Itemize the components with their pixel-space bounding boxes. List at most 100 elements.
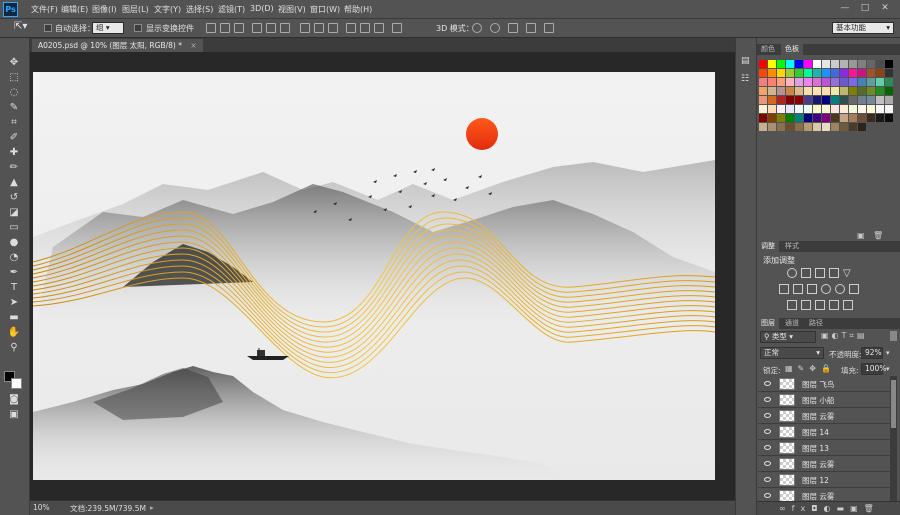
visibility-eye-icon[interactable] (764, 493, 771, 498)
color-swatch[interactable] (768, 123, 776, 131)
exposure-icon[interactable] (829, 268, 839, 278)
layer-row[interactable]: 图层 云雾 (758, 488, 890, 501)
tab-layers[interactable]: 图层 (757, 318, 779, 329)
color-swatch[interactable] (804, 123, 812, 131)
color-swatch[interactable] (849, 78, 857, 86)
color-swatch[interactable] (822, 114, 830, 122)
color-swatch[interactable] (813, 87, 821, 95)
color-swatch[interactable] (867, 105, 875, 113)
color-swatch[interactable] (831, 69, 839, 77)
color-swatch[interactable] (777, 114, 785, 122)
tab-swatches[interactable]: 色板 (781, 44, 803, 55)
menu-type[interactable]: 文字(Y) (154, 4, 181, 15)
align-left-icon[interactable] (252, 23, 262, 33)
move-tool-icon[interactable]: ⇱▾ (14, 21, 27, 32)
color-swatch[interactable] (849, 60, 857, 68)
screen-mode-icon[interactable]: ▣ (7, 409, 21, 421)
color-swatch[interactable] (768, 69, 776, 77)
channel-mixer-icon[interactable] (835, 284, 845, 294)
color-swatch[interactable] (804, 96, 812, 104)
color-swatch[interactable] (822, 60, 830, 68)
hue-saturation-icon[interactable] (779, 284, 789, 294)
threshold-icon[interactable] (815, 300, 825, 310)
color-swatch[interactable] (876, 60, 884, 68)
color-swatch[interactable] (795, 69, 803, 77)
distribute-left-icon[interactable] (346, 23, 356, 33)
color-swatch[interactable] (786, 69, 794, 77)
layer-actions-icons[interactable]: ∞fx◘◐▬▣🗑 (779, 504, 880, 513)
color-swatch[interactable] (831, 87, 839, 95)
color-swatch[interactable] (858, 114, 866, 122)
visibility-eye-icon[interactable] (764, 429, 771, 434)
close-tab-icon[interactable]: × (190, 41, 196, 50)
color-swatch[interactable] (795, 60, 803, 68)
layers-scroll-thumb[interactable] (891, 380, 896, 428)
color-swatch[interactable] (840, 60, 848, 68)
color-swatch[interactable] (849, 105, 857, 113)
tab-paths[interactable]: 路径 (805, 318, 827, 329)
auto-align-icon[interactable] (392, 23, 402, 33)
history-brush-tool-icon[interactable]: ↺ (7, 192, 21, 204)
align-top-icon[interactable] (206, 23, 216, 33)
color-lookup-icon[interactable] (849, 284, 859, 294)
color-swatch[interactable] (795, 105, 803, 113)
color-swatch[interactable] (795, 123, 803, 131)
dodge-tool-icon[interactable]: ◔ (7, 252, 21, 264)
menu-file[interactable]: 文件(F) (31, 4, 58, 15)
tab-channels[interactable]: 通道 (781, 318, 803, 329)
color-swatch[interactable] (786, 123, 794, 131)
filter-toggle[interactable] (890, 331, 897, 341)
tab-adjustments[interactable]: 调整 (757, 241, 779, 252)
color-swatch[interactable] (885, 96, 893, 104)
color-swatch[interactable] (804, 78, 812, 86)
marquee-tool-icon[interactable]: ⬚ (7, 72, 21, 84)
hand-tool-icon[interactable]: ✋ (7, 327, 21, 339)
color-swatch[interactable] (849, 96, 857, 104)
color-swatch[interactable] (759, 78, 767, 86)
workspace-dropdown[interactable]: 基本功能 ▾ (832, 22, 894, 34)
color-swatch[interactable] (759, 105, 767, 113)
scale-3d-icon[interactable] (544, 23, 554, 33)
color-swatch[interactable] (822, 69, 830, 77)
color-swatch[interactable] (867, 87, 875, 95)
color-swatch[interactable] (876, 69, 884, 77)
auto-select-checkbox[interactable] (44, 24, 52, 32)
type-tool-icon[interactable]: T (7, 282, 21, 294)
background-color-swatch[interactable] (11, 378, 22, 389)
color-swatch[interactable] (813, 105, 821, 113)
blend-mode-dropdown[interactable]: 正常 ▾ (760, 347, 824, 359)
color-swatch[interactable] (786, 87, 794, 95)
color-swatch[interactable] (849, 114, 857, 122)
maximize-button[interactable]: □ (858, 3, 872, 14)
shape-tool-icon[interactable]: ▬ (7, 312, 21, 324)
color-swatch[interactable] (813, 78, 821, 86)
color-swatch[interactable] (795, 87, 803, 95)
color-swatch[interactable] (777, 69, 785, 77)
eraser-tool-icon[interactable]: ◪ (7, 207, 21, 219)
color-swatch[interactable] (768, 114, 776, 122)
drag-3d-icon[interactable] (508, 23, 518, 33)
align-hcenter-icon[interactable] (266, 23, 276, 33)
distribute-bottom-icon[interactable] (328, 23, 338, 33)
opacity-dropdown-icon[interactable]: ▾ (886, 349, 890, 357)
color-swatch[interactable] (813, 60, 821, 68)
color-swatch[interactable] (804, 60, 812, 68)
zoom-tool-icon[interactable]: ⚲ (7, 342, 21, 354)
menu-layer[interactable]: 图层(L) (122, 4, 149, 15)
tab-color[interactable]: 颜色 (757, 44, 779, 55)
distribute-top-icon[interactable] (300, 23, 310, 33)
curves-icon[interactable] (815, 268, 825, 278)
color-swatch[interactable] (849, 69, 857, 77)
visibility-eye-icon[interactable] (764, 477, 771, 482)
menu-select[interactable]: 选择(S) (186, 4, 213, 15)
color-swatch[interactable] (777, 78, 785, 86)
color-swatch[interactable] (768, 105, 776, 113)
color-swatch[interactable] (858, 105, 866, 113)
color-swatch[interactable] (885, 114, 893, 122)
color-swatch[interactable] (885, 69, 893, 77)
fill-value[interactable]: 100% (861, 363, 886, 375)
color-swatch[interactable] (768, 87, 776, 95)
crop-tool-icon[interactable]: ⌗ (7, 117, 21, 129)
color-swatch[interactable] (777, 96, 785, 104)
clone-stamp-tool-icon[interactable]: ▲ (7, 177, 21, 189)
